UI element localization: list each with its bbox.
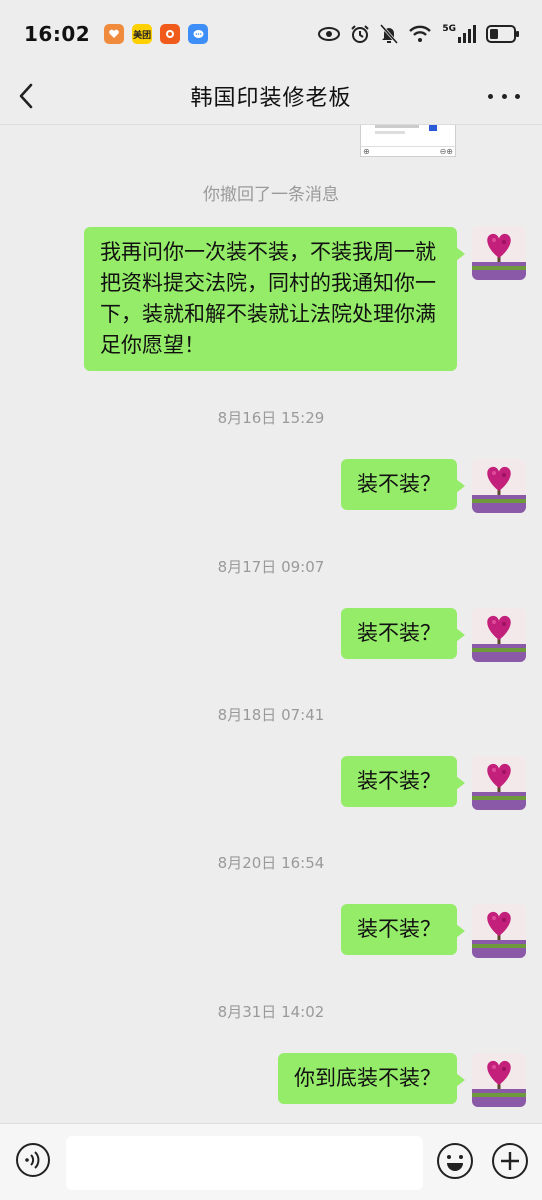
more-options-button[interactable] <box>488 78 520 114</box>
avatar[interactable] <box>472 904 526 958</box>
message-bubble[interactable]: 你到底装不装？ <box>278 1053 465 1104</box>
more-dot-icon <box>488 93 493 99</box>
message-bubble[interactable]: 装不装？ <box>341 756 465 807</box>
message-timestamp: 8月18日 07:41 <box>217 706 325 724</box>
avatar[interactable] <box>472 226 526 280</box>
message-timestamp: 8月31日 14:02 <box>217 1003 325 1021</box>
wifi-icon <box>409 25 432 42</box>
message-bubble[interactable]: 装不装？ <box>341 459 465 510</box>
alarm-icon <box>351 25 370 43</box>
avatar[interactable] <box>472 756 526 810</box>
plus-circle-icon <box>492 1143 528 1179</box>
emoji-button[interactable] <box>436 1142 474 1180</box>
battery-icon <box>486 25 519 43</box>
message-app-icon <box>188 24 209 44</box>
status-bar: 16:02 美团 5G <box>0 0 542 68</box>
chat-area[interactable]: ⊕ ⊖⊕ 你撤回了一条消息 我再问你一次装不装，不装我周一就把资料提交法院，同村的… <box>0 125 542 1123</box>
message-bubble[interactable]: 装不装？ <box>341 904 465 955</box>
input-bar <box>0 1123 542 1200</box>
recall-notice: 你撤回了一条消息 <box>203 185 339 205</box>
voice-input-button[interactable] <box>15 1142 51 1178</box>
back-button[interactable] <box>18 78 48 114</box>
more-dot-icon <box>515 93 520 99</box>
more-dot-icon <box>501 93 507 99</box>
avatar[interactable] <box>472 608 526 662</box>
status-left: 16:02 美团 <box>24 22 209 46</box>
avatar[interactable] <box>472 1053 526 1107</box>
image-message-thumbnail[interactable]: ⊕ ⊖⊕ <box>360 125 456 157</box>
eye-icon <box>318 27 341 41</box>
meituan-app-icon: 美团 <box>132 24 153 44</box>
more-functions-button[interactable] <box>491 1142 529 1180</box>
status-right: 5G <box>318 24 520 44</box>
emoji-icon <box>437 1143 473 1179</box>
voice-icon <box>16 1143 50 1177</box>
chat-title: 韩国印装修老板 <box>190 86 352 111</box>
message-timestamp: 8月16日 15:29 <box>217 409 325 427</box>
mute-bell-icon <box>380 24 399 44</box>
chat-header: 韩国印装修老板 <box>0 68 542 125</box>
avatar[interactable] <box>472 459 526 513</box>
status-time: 16:02 <box>24 22 91 46</box>
message-bubble[interactable]: 装不装？ <box>341 608 465 659</box>
message-timestamp: 8月20日 16:54 <box>217 854 325 872</box>
health-app-icon <box>104 24 125 44</box>
message-bubble[interactable]: 我再问你一次装不装，不装我周一就把资料提交法院，同村的我通知你一下，装就和解不装… <box>84 227 465 371</box>
signal-5g-icon: 5G <box>442 25 476 43</box>
message-input[interactable] <box>66 1136 423 1190</box>
message-timestamp: 8月17日 09:07 <box>217 558 325 576</box>
chevron-left-icon <box>19 83 33 109</box>
taobao-app-icon <box>160 24 181 44</box>
